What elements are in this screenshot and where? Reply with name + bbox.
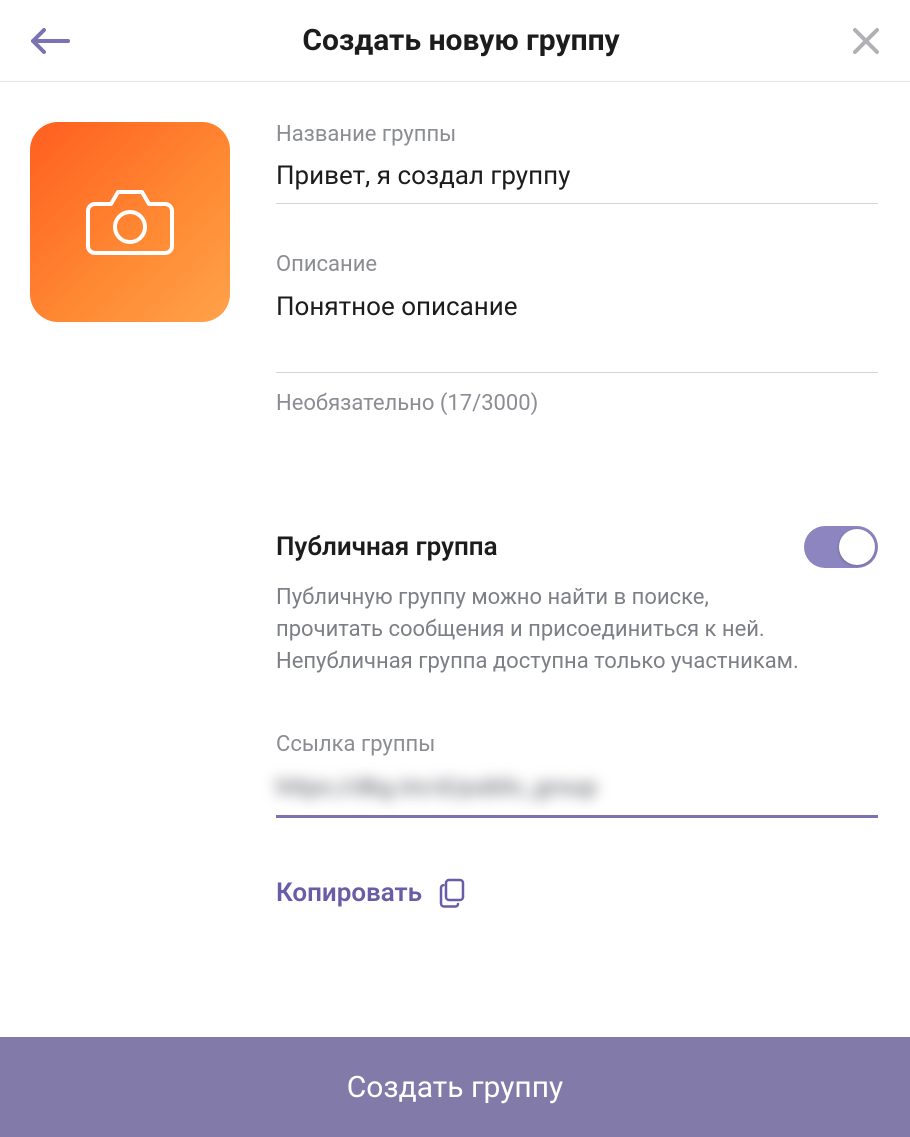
copy-link-label: Копировать [276,878,422,908]
arrow-left-icon [30,27,70,55]
create-group-button[interactable]: Создать группу [0,1037,910,1137]
form-fields: Название группы Описание Необязательно (… [276,122,880,908]
group-link-label: Ссылка группы [276,732,878,757]
header: Создать новую группу [0,0,910,82]
content: Название группы Описание Необязательно (… [0,82,910,908]
description-field: Описание Необязательно (17/3000) [276,252,878,416]
public-group-row: Публичная группа [276,526,878,568]
page-title: Создать новую группу [70,23,852,58]
group-link-input[interactable]: https://dkg.im/d/public_group [276,767,878,818]
copy-link-button[interactable]: Копировать [276,878,878,908]
group-name-input[interactable] [276,157,878,204]
group-avatar-upload[interactable] [30,122,230,322]
toggle-knob [839,529,875,565]
group-link-field: Ссылка группы https://dkg.im/d/public_gr… [276,732,878,818]
camera-icon [85,186,175,258]
public-group-description: Публичную группу можно найти в поиске, п… [276,582,806,678]
copy-icon [438,878,466,908]
back-button[interactable] [30,27,70,55]
description-input[interactable] [276,287,878,373]
group-link-value: https://dkg.im/d/public_group [276,773,597,801]
public-group-toggle[interactable] [804,526,878,568]
group-name-label: Название группы [276,122,878,147]
description-hint: Необязательно (17/3000) [276,391,878,416]
close-button[interactable] [852,27,880,55]
description-label: Описание [276,252,878,277]
public-group-title: Публичная группа [276,532,498,562]
close-icon [852,27,880,55]
create-group-label: Создать группу [347,1070,564,1105]
group-name-field: Название группы [276,122,878,204]
